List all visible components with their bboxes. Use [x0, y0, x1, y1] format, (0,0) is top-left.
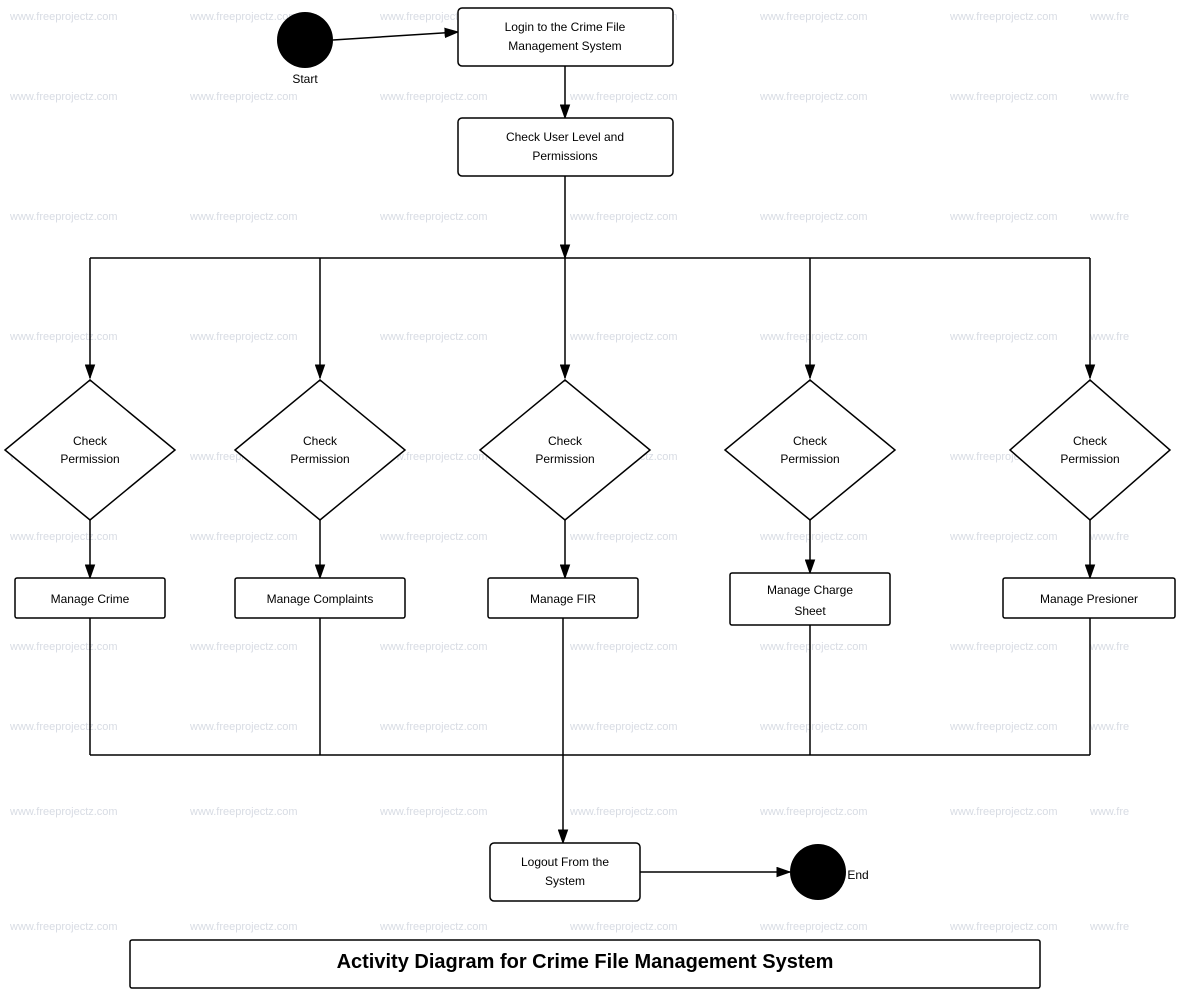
svg-text:www.fre: www.fre: [1089, 91, 1129, 103]
diamond4-text1: Check: [793, 434, 828, 448]
svg-text:www.freeprojectz.com: www.freeprojectz.com: [569, 331, 678, 343]
svg-text:www.freeprojectz.com: www.freeprojectz.com: [759, 921, 868, 933]
svg-text:www.freeprojectz.com: www.freeprojectz.com: [379, 211, 488, 223]
logout-box: [490, 843, 640, 901]
svg-text:www.freeprojectz.com: www.freeprojectz.com: [189, 211, 298, 223]
diamond1-text1: Check: [73, 434, 108, 448]
diamond2-text1: Check: [303, 434, 338, 448]
start-label: Start: [292, 72, 318, 86]
svg-text:www.freeprojectz.com: www.freeprojectz.com: [949, 11, 1058, 23]
login-text-line2: Management System: [508, 39, 621, 53]
manage-fir-text: Manage FIR: [530, 592, 596, 606]
svg-text:www.freeprojectz.com: www.freeprojectz.com: [569, 211, 678, 223]
svg-text:www.fre: www.fre: [1089, 806, 1129, 818]
svg-text:www.freeprojectz.com: www.freeprojectz.com: [379, 531, 488, 543]
manage-charge-text1: Manage Charge: [767, 583, 853, 597]
svg-text:www.freeprojectz.com: www.freeprojectz.com: [9, 331, 118, 343]
svg-text:www.freeprojectz.com: www.freeprojectz.com: [949, 921, 1058, 933]
svg-text:www.freeprojectz.com: www.freeprojectz.com: [949, 721, 1058, 733]
svg-text:www.freeprojectz.com: www.freeprojectz.com: [189, 721, 298, 733]
svg-text:www.freeprojectz.com: www.freeprojectz.com: [9, 921, 118, 933]
svg-text:www.freeprojectz.com: www.freeprojectz.com: [189, 531, 298, 543]
check-permissions-box: [458, 118, 673, 176]
start-circle: [277, 12, 333, 68]
svg-text:www.freeprojectz.com: www.freeprojectz.com: [189, 91, 298, 103]
diamond1: [5, 380, 175, 520]
svg-text:www.freeprojectz.com: www.freeprojectz.com: [759, 331, 868, 343]
login-text-line1: Login to the Crime File: [505, 20, 626, 34]
caption-text: Activity Diagram for Crime File Manageme…: [337, 951, 834, 973]
svg-text:www.fre: www.fre: [1089, 921, 1129, 933]
svg-text:www.freeprojectz.com: www.freeprojectz.com: [9, 806, 118, 818]
svg-text:www.fre: www.fre: [1089, 641, 1129, 653]
svg-text:www.freeprojectz.com: www.freeprojectz.com: [949, 531, 1058, 543]
check-permissions-line2: Permissions: [532, 149, 597, 163]
svg-text:www.freeprojectz.com: www.freeprojectz.com: [189, 11, 298, 23]
diamond5: [1010, 380, 1170, 520]
svg-text:www.freeprojectz.com: www.freeprojectz.com: [189, 921, 298, 933]
svg-text:www.fre: www.fre: [1089, 331, 1129, 343]
svg-text:www.fre: www.fre: [1089, 531, 1129, 543]
diamond2: [235, 380, 405, 520]
svg-text:www.fre: www.fre: [1089, 11, 1129, 23]
svg-text:www.freeprojectz.com: www.freeprojectz.com: [569, 531, 678, 543]
svg-text:www.freeprojectz.com: www.freeprojectz.com: [9, 721, 118, 733]
svg-text:www.freeprojectz.com: www.freeprojectz.com: [9, 641, 118, 653]
svg-text:www.freeprojectz.com: www.freeprojectz.com: [9, 531, 118, 543]
diamond5-text2: Permission: [1060, 452, 1119, 466]
diamond1-text2: Permission: [60, 452, 119, 466]
svg-text:www.freeprojectz.com: www.freeprojectz.com: [379, 921, 488, 933]
manage-crime-text: Manage Crime: [51, 592, 130, 606]
svg-text:www.fre: www.fre: [1089, 211, 1129, 223]
end-circle: [790, 844, 846, 900]
svg-text:www.freeprojectz.com: www.freeprojectz.com: [9, 11, 118, 23]
logout-text1: Logout From the: [521, 855, 609, 869]
end-label: End: [847, 868, 868, 882]
svg-text:www.freeprojectz.com: www.freeprojectz.com: [379, 641, 488, 653]
diamond4: [725, 380, 895, 520]
svg-text:www.freeprojectz.com: www.freeprojectz.com: [9, 211, 118, 223]
svg-text:www.freeprojectz.com: www.freeprojectz.com: [759, 91, 868, 103]
svg-text:www.freeprojectz.com: www.freeprojectz.com: [949, 91, 1058, 103]
svg-text:www.freeprojectz.com: www.freeprojectz.com: [949, 641, 1058, 653]
svg-text:www.freeprojectz.com: www.freeprojectz.com: [759, 11, 868, 23]
diamond2-text2: Permission: [290, 452, 349, 466]
svg-text:www.freeprojectz.com: www.freeprojectz.com: [379, 331, 488, 343]
diamond5-text1: Check: [1073, 434, 1108, 448]
svg-text:www.freeprojectz.com: www.freeprojectz.com: [569, 921, 678, 933]
manage-charge-text2: Sheet: [794, 604, 826, 618]
diamond3-text1: Check: [548, 434, 583, 448]
svg-text:www.freeprojectz.com: www.freeprojectz.com: [949, 331, 1058, 343]
arrow-start-login: [333, 32, 458, 40]
svg-text:www.freeprojectz.com: www.freeprojectz.com: [759, 721, 868, 733]
svg-text:www.freeprojectz.com: www.freeprojectz.com: [189, 641, 298, 653]
svg-text:www.freeprojectz.com: www.freeprojectz.com: [379, 806, 488, 818]
svg-text:www.freeprojectz.com: www.freeprojectz.com: [759, 531, 868, 543]
svg-text:www.freeprojectz.com: www.freeprojectz.com: [569, 641, 678, 653]
svg-text:www.freeprojectz.com: www.freeprojectz.com: [949, 211, 1058, 223]
svg-text:www.freeprojectz.com: www.freeprojectz.com: [9, 91, 118, 103]
svg-text:www.fre: www.fre: [1089, 721, 1129, 733]
svg-text:www.freeprojectz.com: www.freeprojectz.com: [759, 211, 868, 223]
svg-text:www.freeprojectz.com: www.freeprojectz.com: [759, 806, 868, 818]
diamond4-text2: Permission: [780, 452, 839, 466]
login-box: [458, 8, 673, 66]
svg-text:www.freeprojectz.com: www.freeprojectz.com: [379, 91, 488, 103]
svg-text:www.freeprojectz.com: www.freeprojectz.com: [189, 331, 298, 343]
check-permissions-line1: Check User Level and: [506, 130, 624, 144]
svg-text:www.freeprojectz.com: www.freeprojectz.com: [949, 806, 1058, 818]
diamond3-text2: Permission: [535, 452, 594, 466]
svg-text:www.freeprojectz.com: www.freeprojectz.com: [189, 806, 298, 818]
svg-text:www.freeprojectz.com: www.freeprojectz.com: [379, 721, 488, 733]
diagram-container: www.freeprojectz.com www.freeprojectz.co…: [0, 0, 1178, 994]
svg-text:www.freeprojectz.com: www.freeprojectz.com: [569, 721, 678, 733]
svg-text:www.freeprojectz.com: www.freeprojectz.com: [759, 641, 868, 653]
diamond3: [480, 380, 650, 520]
logout-text2: System: [545, 874, 585, 888]
manage-prisoner-text: Manage Presioner: [1040, 592, 1138, 606]
svg-text:www.freeprojectz.com: www.freeprojectz.com: [569, 806, 678, 818]
manage-complaints-text: Manage Complaints: [267, 592, 374, 606]
svg-text:www.freeprojectz.com: www.freeprojectz.com: [569, 91, 678, 103]
